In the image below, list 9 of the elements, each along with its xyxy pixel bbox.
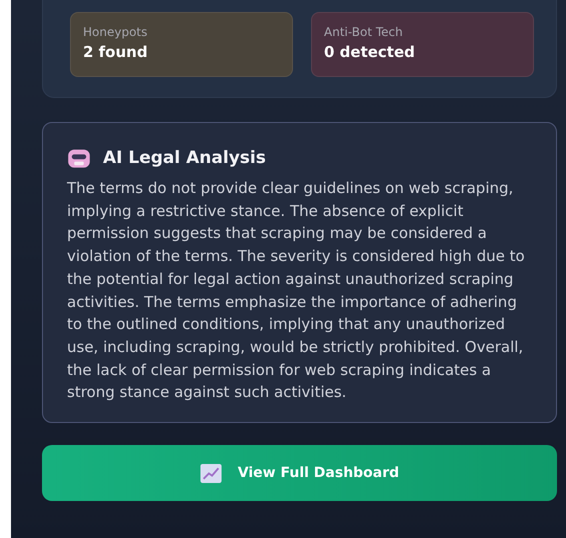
view-dashboard-button[interactable]: View Full Dashboard [42, 445, 557, 502]
analysis-text: The terms do not provide clear guidelines on web scraping, implying a restrictive stance. The absence of explicit permission suggests that scraping may be considered a violation of the terms. The severity is considered high due to the potential for legal action against unauthorized scraping activities. The terms emphasize the importance of adhering to the outlined conditions, implying that any unauthorized use, including scraping, would be strictly prohibited. Overall, the lack of clear permission for web scraping indicates a strong stance against such activities. [67, 178, 526, 404]
chart-icon [200, 464, 222, 483]
stat-label: Anti-Bot Tech [324, 25, 404, 39]
robot-icon [67, 147, 91, 169]
stat-value: 2 found [83, 43, 149, 61]
stat-label: Honeypots [83, 25, 148, 39]
stat-value: 0 detected [324, 43, 416, 61]
analysis-title: AI Legal Analysis [103, 148, 266, 168]
